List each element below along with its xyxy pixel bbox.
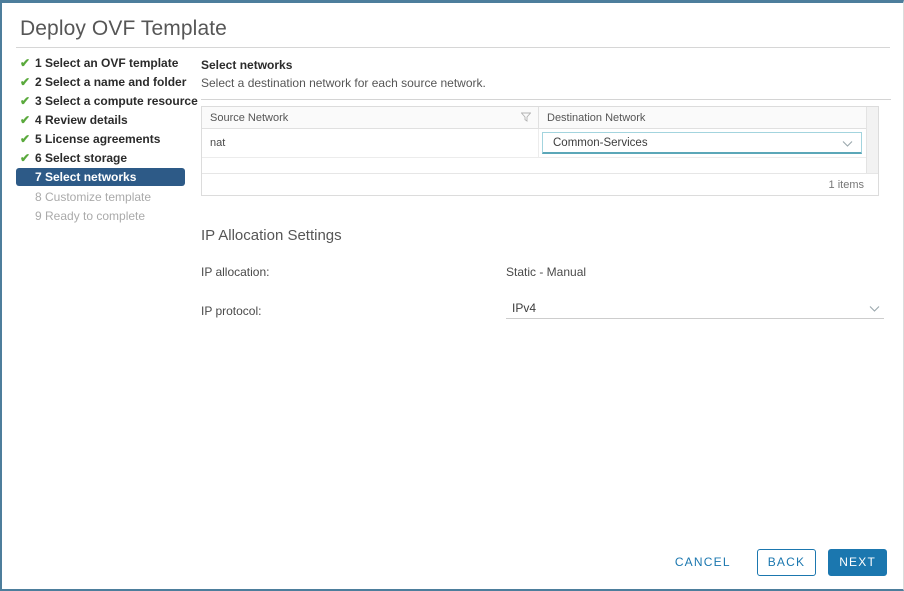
sidebar-item-label: 2 Select a name and folder: [35, 74, 187, 89]
ip-allocation-section-title: IP Allocation Settings: [201, 227, 342, 244]
pane-divider: [201, 99, 891, 100]
cell-source-network: nat: [202, 129, 539, 157]
ip-protocol-select[interactable]: IPv4: [506, 298, 884, 319]
sidebar-item-label: 6 Select storage: [35, 150, 128, 165]
ip-protocol-label: IP protocol:: [201, 304, 262, 318]
destination-network-value: Common-Services: [553, 136, 648, 149]
table-empty-row: [202, 158, 878, 174]
ip-protocol-value: IPv4: [512, 301, 537, 315]
ip-allocation-value: Static - Manual: [506, 265, 587, 279]
sidebar-item-label: 7 Select networks: [35, 170, 137, 184]
pane-heading: Select networks: [201, 58, 293, 72]
main-content-pane: Select networks Select a destination net…: [201, 57, 891, 319]
cell-destination-network: Common-Services: [539, 132, 869, 154]
sidebar-item-select-networks[interactable]: 7 Select networks: [16, 168, 185, 186]
networks-table: Source Network Destination Network nat C…: [201, 106, 879, 196]
sidebar-item-label: 1 Select an OVF template: [35, 55, 179, 70]
ip-allocation-row: IP allocation: Static - Manual: [201, 264, 891, 280]
deploy-ovf-template-dialog: Deploy OVF Template ✔ 1 Select an OVF te…: [0, 0, 904, 591]
sidebar-item-select-storage[interactable]: ✔ 6 Select storage: [16, 149, 196, 166]
pane-description: Select a destination network for each so…: [201, 76, 486, 90]
dialog-footer: CANCEL BACK NEXT: [2, 535, 903, 589]
sidebar-item-license-agreements[interactable]: ✔ 5 License agreements: [16, 130, 196, 147]
chevron-down-icon: [869, 302, 880, 316]
sidebar-item-label: 5 License agreements: [35, 131, 161, 146]
wizard-step-list: ✔ 1 Select an OVF template ✔ 2 Select a …: [16, 54, 198, 226]
title-divider: [16, 47, 890, 48]
check-icon: ✔: [20, 74, 31, 89]
check-icon: ✔: [20, 55, 31, 70]
check-icon: ✔: [20, 131, 31, 146]
sidebar-item-ready-to-complete[interactable]: 9 Ready to complete: [16, 207, 196, 224]
sidebar-item-label: 3 Select a compute resource: [35, 93, 198, 108]
column-header-source-network[interactable]: Source Network: [202, 107, 539, 128]
filter-icon[interactable]: [520, 112, 532, 122]
sidebar-item-select-ovf-template[interactable]: ✔ 1 Select an OVF template: [16, 54, 196, 71]
destination-network-select[interactable]: Common-Services: [542, 132, 862, 154]
check-icon: ✔: [20, 112, 31, 127]
sidebar-item-review-details[interactable]: ✔ 4 Review details: [16, 111, 196, 128]
table-footer: 1 items: [202, 174, 878, 195]
chevron-down-icon: [842, 139, 853, 151]
sidebar-item-select-compute-resource[interactable]: ✔ 3 Select a compute resource: [16, 92, 198, 109]
ip-protocol-row: IP protocol: IPv4: [201, 298, 891, 319]
check-icon: ✔: [20, 150, 31, 165]
cancel-button[interactable]: CANCEL: [661, 549, 745, 575]
sidebar-item-label: 9 Ready to complete: [35, 208, 146, 223]
table-header-row: Source Network Destination Network: [202, 107, 878, 129]
next-button[interactable]: NEXT: [828, 548, 887, 576]
column-header-destination-network[interactable]: Destination Network: [539, 107, 869, 128]
page-title: Deploy OVF Template: [20, 17, 227, 40]
ip-allocation-label: IP allocation:: [201, 265, 270, 279]
table-item-count: 1 items: [828, 178, 864, 191]
sidebar-item-select-name-and-folder[interactable]: ✔ 2 Select a name and folder: [16, 73, 196, 90]
table-row: nat Common-Services: [202, 129, 878, 158]
column-header-label: Source Network: [210, 111, 289, 124]
check-icon: ✔: [20, 93, 31, 108]
sidebar-item-customize-template[interactable]: 8 Customize template: [16, 188, 196, 205]
column-header-label: Destination Network: [547, 111, 646, 124]
dialog-title-bar: Deploy OVF Template: [2, 3, 903, 43]
sidebar-item-label: 8 Customize template: [35, 189, 152, 204]
back-button[interactable]: BACK: [756, 548, 817, 576]
sidebar-item-label: 4 Review details: [35, 112, 128, 127]
